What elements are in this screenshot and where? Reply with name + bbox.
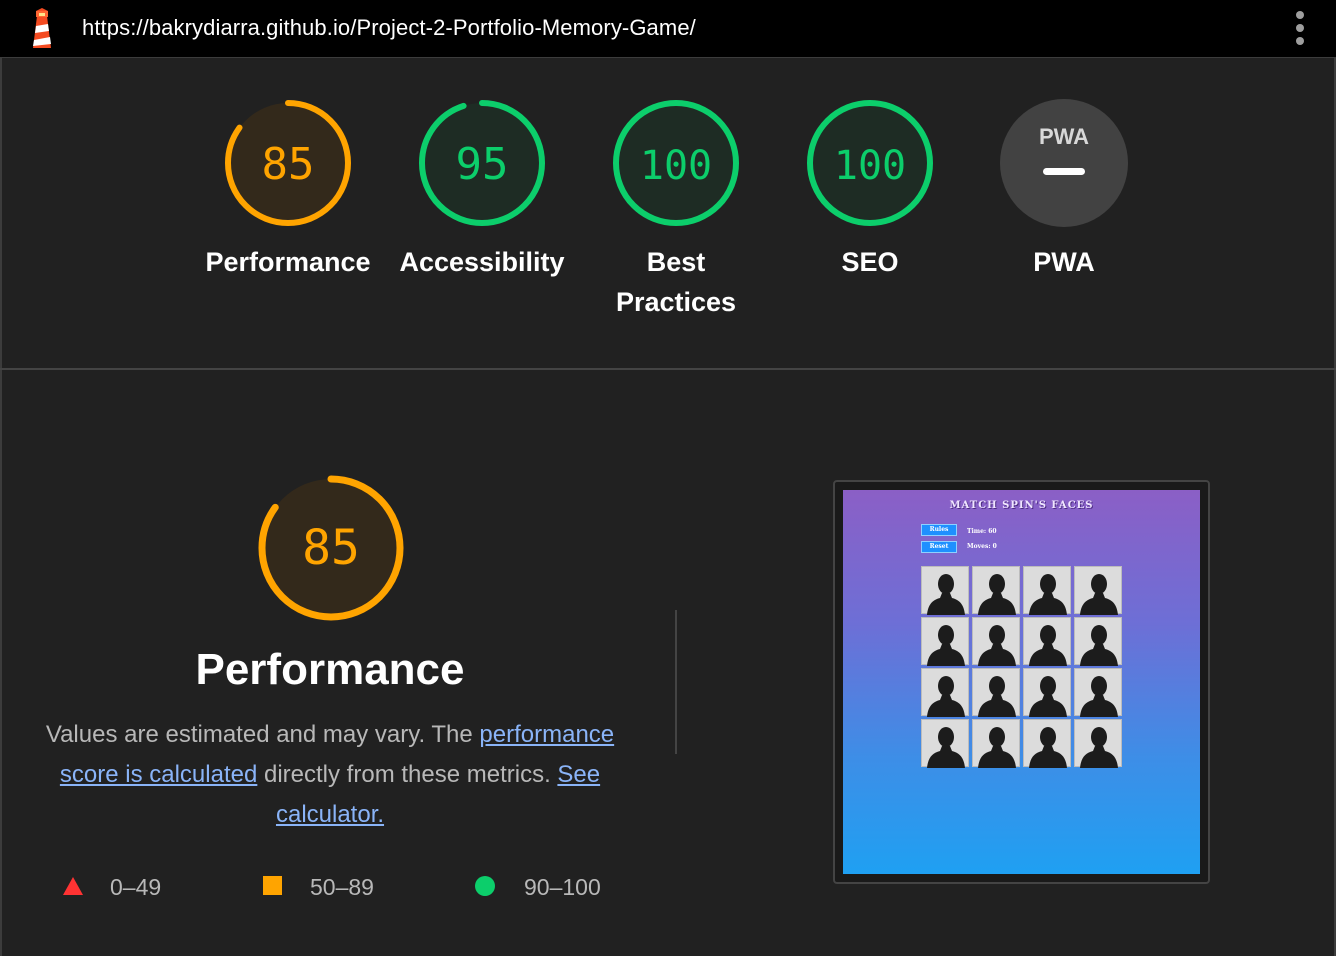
legend-range: 90–100 [524, 874, 601, 900]
kebab-menu-icon[interactable] [1290, 10, 1310, 46]
memory-card [972, 719, 1020, 768]
memory-card [1074, 617, 1122, 666]
legend-range: 50–89 [310, 874, 374, 900]
left-border [0, 58, 2, 956]
gauge-best-practices[interactable]: 100 Best Practices [581, 98, 771, 322]
memory-card [972, 668, 1020, 717]
legend-pass: 90–100 [474, 872, 634, 902]
gauge-score: 100 [640, 143, 712, 189]
gauge-label: SEO [841, 247, 899, 277]
triangle-icon [63, 877, 83, 895]
pwa-dash-icon [1043, 168, 1085, 175]
gauge-performance[interactable]: 85 Performance [193, 98, 383, 282]
gauge-seo[interactable]: 100 SEO [775, 98, 965, 282]
memory-card [921, 617, 969, 666]
page-screenshot: MATCH SPIN'S FACES Rules Reset Time: 60 … [843, 490, 1200, 874]
performance-title: Performance [195, 645, 465, 694]
card-grid [921, 566, 1123, 770]
game-timer: Time: 60 [967, 528, 997, 535]
performance-gauge: 85 [258, 475, 404, 621]
score-gauge: 100 [807, 100, 933, 226]
person-silhouette-icon [1029, 625, 1067, 666]
person-silhouette-icon [927, 574, 965, 615]
person-silhouette-icon [927, 676, 965, 717]
game-moves: Moves: 0 [967, 543, 997, 550]
memory-card [1023, 668, 1071, 717]
score-gauge: 95 [419, 100, 545, 226]
score-gauge: 100 [613, 100, 739, 226]
gauge-label: PWA [1033, 247, 1095, 277]
performance-score: 85 [302, 520, 360, 576]
page-screenshot-frame[interactable]: MATCH SPIN'S FACES Rules Reset Time: 60 … [833, 480, 1210, 884]
pwa-badge-icon: PWA [1000, 99, 1128, 227]
performance-description: Values are estimated and may vary. The p… [45, 721, 615, 828]
memory-card [921, 566, 969, 615]
gauge-score: 95 [456, 139, 509, 190]
person-silhouette-icon [1080, 574, 1118, 615]
person-silhouette-icon [927, 625, 965, 666]
gauge-accessibility[interactable]: 95 Accessibility [387, 98, 577, 282]
gauge-score: 100 [834, 143, 906, 189]
legend-average: 50–89 [260, 872, 420, 902]
gauge-pwa[interactable]: PWA PWA [969, 98, 1159, 282]
person-silhouette-icon [1080, 676, 1118, 717]
person-silhouette-icon [1029, 574, 1067, 615]
gauge-label: Accessibility [399, 247, 565, 277]
person-silhouette-icon [978, 727, 1016, 768]
person-silhouette-icon [1029, 676, 1067, 717]
vertical-separator [675, 610, 677, 754]
memory-card [972, 566, 1020, 615]
game-title: MATCH SPIN'S FACES [949, 500, 1094, 511]
square-icon [263, 876, 282, 895]
pwa-badge-text: PWA [1039, 124, 1089, 149]
person-silhouette-icon [978, 676, 1016, 717]
person-silhouette-icon [1080, 625, 1118, 666]
gauge-label: Best Practices [615, 247, 737, 317]
person-silhouette-icon [978, 574, 1016, 615]
person-silhouette-icon [1080, 727, 1118, 768]
person-silhouette-icon [978, 625, 1016, 666]
reset-button: Reset [921, 541, 957, 553]
memory-card [1023, 719, 1071, 768]
memory-card [921, 719, 969, 768]
lighthouse-icon [33, 8, 51, 48]
memory-card [1074, 719, 1122, 768]
person-silhouette-icon [927, 727, 965, 768]
page-url[interactable]: https://bakrydiarra.github.io/Project-2-… [82, 15, 696, 41]
rules-button: Rules [921, 524, 957, 536]
memory-card [1074, 668, 1122, 717]
memory-card [1023, 617, 1071, 666]
circle-icon [475, 876, 495, 896]
memory-card [921, 668, 969, 717]
section-divider [0, 368, 1336, 370]
person-silhouette-icon [1029, 727, 1067, 768]
legend-range: 0–49 [110, 874, 162, 900]
legend-fail: 0–49 [60, 872, 220, 902]
gauge-score: 85 [262, 139, 315, 190]
memory-card [1074, 566, 1122, 615]
memory-card [972, 617, 1020, 666]
url-bar: https://bakrydiarra.github.io/Project-2-… [0, 0, 1336, 58]
score-gauge: 85 [225, 100, 351, 226]
gauge-label: Performance [205, 247, 371, 277]
memory-card [1023, 566, 1071, 615]
